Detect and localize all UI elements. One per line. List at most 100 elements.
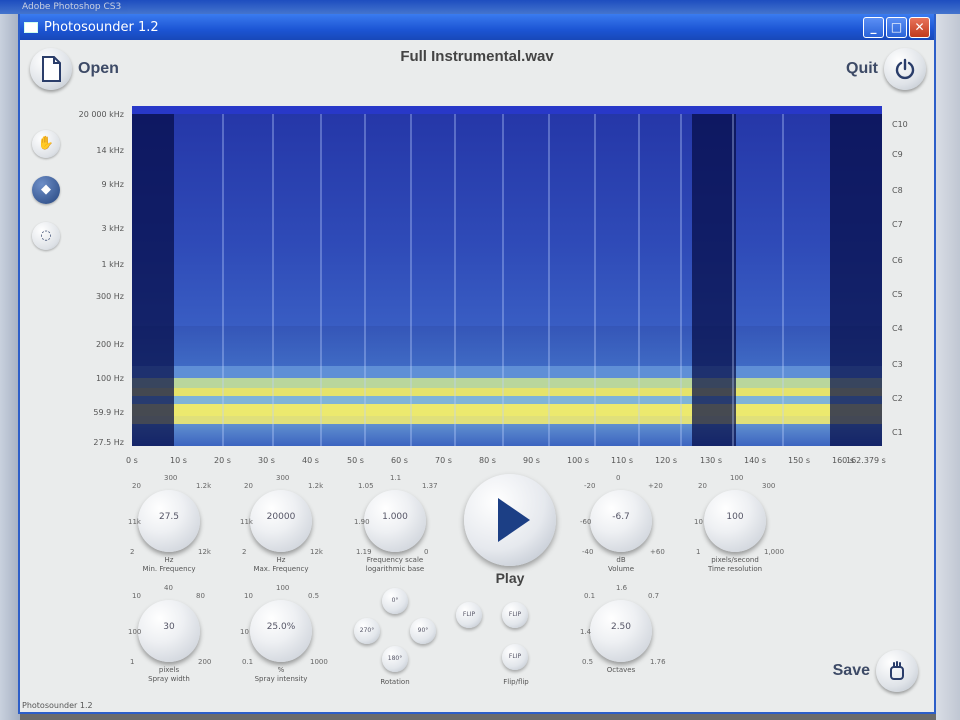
window-titlebar[interactable]: Photosounder 1.2 _ □ ✕ xyxy=(20,14,934,40)
freq-axis-label: 59.9 Hz xyxy=(93,408,124,417)
spectrogram-band xyxy=(132,114,882,334)
freq-axis-label: 14 kHz xyxy=(96,146,124,155)
frequency-scale-label: Frequency scale logarithmic base xyxy=(365,556,425,573)
time-axis-label: 50 s xyxy=(347,456,364,465)
pixels-per-second-tick: 1 xyxy=(696,548,701,556)
spectrogram-transient xyxy=(782,114,784,446)
spectrogram-top-band xyxy=(132,106,882,114)
spray-intensity-tick: 10 xyxy=(240,628,249,636)
spectrogram[interactable] xyxy=(132,106,882,446)
min-frequency-knob[interactable]: 27.5 xyxy=(138,490,200,552)
spray-width-tick: 80 xyxy=(196,592,205,600)
pixels-per-second-knob[interactable]: 100 xyxy=(704,490,766,552)
rotate-button[interactable]: 180° xyxy=(382,646,408,672)
save-label: Save xyxy=(832,662,870,679)
time-axis-label: 10 s xyxy=(170,456,187,465)
window-title: Photosounder 1.2 xyxy=(44,19,159,35)
hand-tool-icon[interactable]: ✋ xyxy=(32,130,60,158)
volume-tick: -20 xyxy=(584,482,596,490)
cutoff-tick: 1.6 xyxy=(616,584,628,592)
time-axis-label: 80 s xyxy=(479,456,496,465)
spray-intensity-knob[interactable]: 25.0% xyxy=(250,600,312,662)
freq-axis-label: 20 000 kHz xyxy=(78,110,124,119)
cutoff-knob[interactable]: 2.50 xyxy=(590,600,652,662)
freq-axis-label: 300 Hz xyxy=(95,292,124,301)
quit-button[interactable]: Quit xyxy=(846,48,926,90)
background-app-strip-right xyxy=(936,14,960,720)
outer-app-titlebar: Adobe Photoshop CS3 xyxy=(0,0,960,14)
min-frequency-label: Hz Min. Frequency xyxy=(142,556,196,573)
spectrogram-transient xyxy=(320,114,322,446)
max-frequency-tick: 300 xyxy=(276,474,290,482)
time-axis-label: 90 s xyxy=(523,456,540,465)
pixels-per-second-tick: 1,000 xyxy=(764,548,785,556)
rotation-label: Rotation xyxy=(380,678,410,686)
flip-button[interactable]: FLIP xyxy=(502,602,528,628)
cutoff-tick: 1.4 xyxy=(580,628,592,636)
power-icon xyxy=(884,48,926,90)
spectrogram-transient xyxy=(410,114,412,446)
cutoff-tick: 1.76 xyxy=(650,658,666,666)
frequency-scale-value: 1.000 xyxy=(382,512,408,522)
bucket-tool-icon[interactable]: ◆ xyxy=(32,176,60,204)
photosounder-window: Photosounder 1.2 _ □ ✕ Open Full Instrum… xyxy=(18,14,936,714)
time-axis-label: 100 s xyxy=(567,456,589,465)
erase-tool-icon[interactable]: ◌ xyxy=(32,222,60,250)
frequency-scale-knob[interactable]: 1.000 xyxy=(364,490,426,552)
status-footer: Photosounder 1.2 xyxy=(22,701,93,710)
max-frequency-value: 20000 xyxy=(266,512,296,522)
spectrogram-band xyxy=(132,378,882,388)
spectrogram-transient xyxy=(594,114,596,446)
background-app-strip-left xyxy=(0,14,20,720)
note-axis-label: C9 xyxy=(892,150,903,159)
spectrogram-transient xyxy=(732,114,734,446)
save-button[interactable]: Save xyxy=(833,650,918,692)
note-axis-label: C8 xyxy=(892,186,903,195)
flip-button[interactable]: FLIP xyxy=(502,644,528,670)
volume-knob[interactable]: -6.7 xyxy=(590,490,652,552)
rotate-button[interactable]: 0° xyxy=(382,588,408,614)
spray-width-label: pixels Spray width xyxy=(148,666,190,683)
max-frequency-knob[interactable]: 20000 xyxy=(250,490,312,552)
note-axis-label: C7 xyxy=(892,220,903,229)
max-frequency-label: Hz Max. Frequency xyxy=(253,556,309,573)
spray-width-tick: 1 xyxy=(130,658,135,666)
time-axis-label: 140 s xyxy=(744,456,766,465)
spray-intensity-tick: 10 xyxy=(244,592,253,600)
spectrogram-band xyxy=(132,404,882,416)
freq-axis-label: 100 Hz xyxy=(95,374,124,383)
spectrogram-band xyxy=(132,366,882,378)
note-axis-label: C4 xyxy=(892,324,903,333)
spray-intensity-tick: 0.1 xyxy=(242,658,254,666)
cutoff-tick: 0.5 xyxy=(582,658,594,666)
spray-width-tick: 10 xyxy=(132,592,141,600)
close-button[interactable]: ✕ xyxy=(909,17,930,38)
flip-button[interactable]: FLIP xyxy=(456,602,482,628)
min-frequency-tick: 1.2k xyxy=(196,482,212,490)
rotate-button[interactable]: 270° xyxy=(354,618,380,644)
spectrogram-transient xyxy=(272,114,274,446)
freq-axis-label: 1 kHz xyxy=(101,260,124,269)
spectrogram-transient xyxy=(364,114,366,446)
maximize-button[interactable]: □ xyxy=(886,17,907,38)
pixels-per-second-value: 100 xyxy=(726,512,744,522)
spray-width-tick: 100 xyxy=(128,628,142,636)
app-icon xyxy=(24,21,38,33)
volume-tick: 0 xyxy=(616,474,621,482)
minimize-button[interactable]: _ xyxy=(863,17,884,38)
freq-axis-label: 200 Hz xyxy=(95,340,124,349)
time-axis-label: 150 s xyxy=(788,456,810,465)
spectrogram-canvas[interactable] xyxy=(132,106,882,446)
rotate-button[interactable]: 90° xyxy=(410,618,436,644)
spectrogram-transient xyxy=(502,114,504,446)
volume-value: -6.7 xyxy=(612,512,630,522)
spray-intensity-label: % Spray intensity xyxy=(254,666,308,683)
spectrogram-silence xyxy=(132,114,174,446)
play-icon xyxy=(498,498,530,542)
play-button[interactable] xyxy=(464,474,556,566)
min-frequency-tick: 2 xyxy=(130,548,135,556)
volume-tick: -40 xyxy=(582,548,594,556)
frequency-scale-tick: 1.90 xyxy=(354,518,370,526)
min-frequency-tick: 12k xyxy=(198,548,211,556)
spray-width-knob[interactable]: 30 xyxy=(138,600,200,662)
